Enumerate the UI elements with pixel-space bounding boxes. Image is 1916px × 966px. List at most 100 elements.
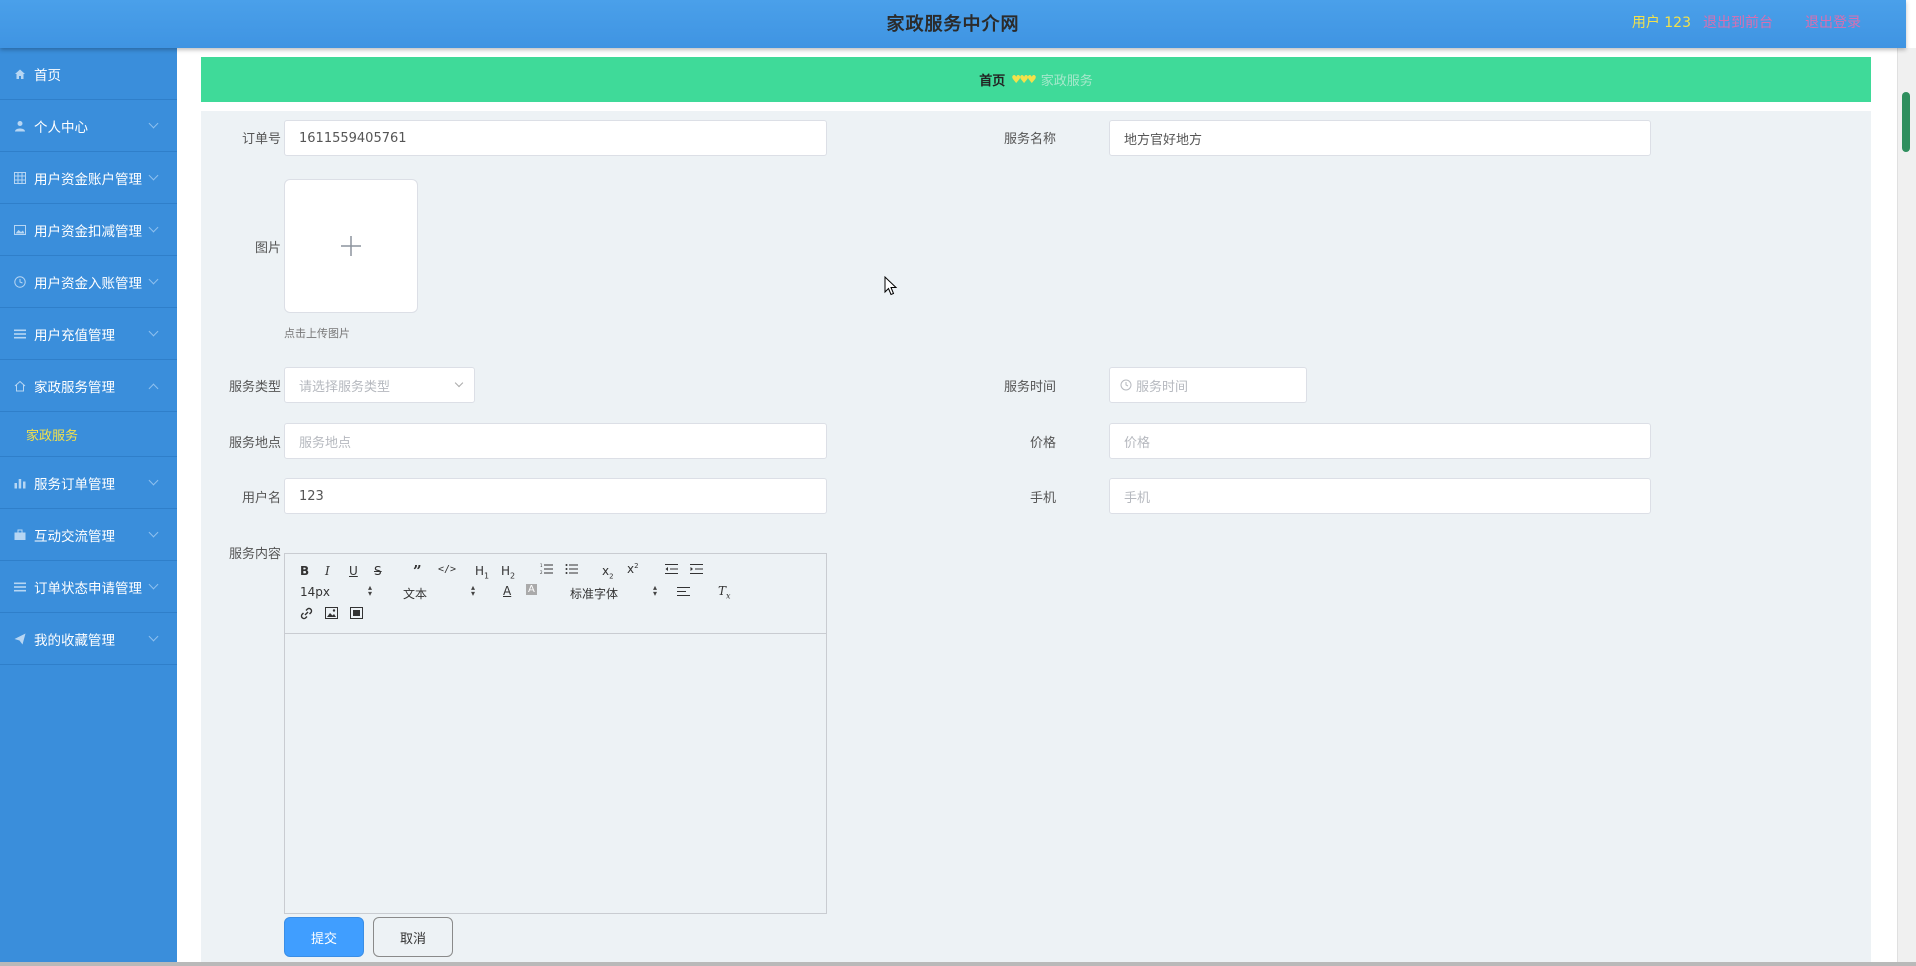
sidebar: 首页 个人中心 用户资金账户管理 用户资金扣减管理 用户资金入账管理 用户充值管… <box>0 48 177 966</box>
background-color-icon[interactable]: A <box>526 584 537 595</box>
username-input[interactable]: 123 <box>284 478 827 514</box>
top-header: 家政服务中介网 用户 123 退出到前台 退出登录 <box>0 0 1906 48</box>
sidebar-item-housekeeping[interactable]: 家政服务管理 <box>0 360 177 412</box>
breadcrumb-current: 家政服务 <box>1040 74 1093 89</box>
svg-text:2: 2 <box>540 570 543 575</box>
font-family-value: 标准字体 <box>570 587 619 601</box>
main-content: 首页 ♥♥♥ 家政服务 订单号 1611559405761 服务名称 地方官好地… <box>177 48 1897 966</box>
font-color-icon[interactable]: A <box>503 584 511 598</box>
sidebar-item-home[interactable]: 首页 <box>0 48 177 100</box>
font-size-select[interactable]: 14px ▴ ▾ <box>300 583 375 600</box>
bold-icon[interactable]: B <box>300 564 309 578</box>
editor-toolbar: B I U S ” </> H1 H2 12 x2 x2 14px ▴ ▾ 文本… <box>285 554 826 634</box>
rich-text-editor: B I U S ” </> H1 H2 12 x2 x2 14px ▴ ▾ 文本… <box>284 553 827 914</box>
chevron-down-icon <box>148 170 159 181</box>
list-icon <box>14 581 26 593</box>
page-scrollbar[interactable] <box>1897 48 1916 966</box>
briefcase-icon <box>14 529 26 541</box>
sidebar-item-label: 服务订单管理 <box>34 476 115 493</box>
breadcrumb-home[interactable]: 首页 <box>979 70 1005 89</box>
link-icon[interactable] <box>300 607 313 623</box>
superscript-icon[interactable]: x2 <box>627 562 639 576</box>
cancel-button[interactable]: 取消 <box>373 917 453 957</box>
breadcrumb: 首页 ♥♥♥ 家政服务 <box>201 57 1871 102</box>
service-type-select[interactable]: 请选择服务类型 <box>284 367 475 403</box>
service-time-picker[interactable]: 服务时间 <box>1109 367 1307 403</box>
content-label: 服务内容 <box>228 547 281 562</box>
subscript-icon[interactable]: x2 <box>602 564 614 580</box>
service-form: 订单号 1611559405761 服务名称 地方官好地方 图片 点击上传图片 … <box>201 111 1871 966</box>
back-to-front-link[interactable]: 退出到前台 <box>1703 12 1773 32</box>
service-type-placeholder: 请选择服务类型 <box>299 379 391 395</box>
logout-link[interactable]: 退出登录 <box>1805 12 1861 32</box>
sidebar-subitem-housekeeping-service[interactable]: 家政服务 <box>0 412 177 457</box>
sidebar-item-personal-center[interactable]: 个人中心 <box>0 100 177 152</box>
service-type-label: 服务类型 <box>228 380 281 395</box>
image-icon[interactable] <box>325 607 338 622</box>
submit-button[interactable]: 提交 <box>284 917 364 957</box>
heading2-icon[interactable]: H2 <box>501 564 515 580</box>
clear-format-icon[interactable]: Tx <box>718 584 731 600</box>
blockquote-icon[interactable]: ” <box>413 562 422 580</box>
person-icon <box>14 120 26 132</box>
font-size-value: 14px <box>300 585 330 599</box>
ordered-list-icon[interactable]: 12 <box>540 563 553 578</box>
site-title: 家政服务中介网 <box>886 14 1020 35</box>
sidebar-item-label: 互动交流管理 <box>34 528 115 545</box>
service-place-input[interactable]: 服务地点 <box>284 423 827 459</box>
service-time-placeholder: 服务时间 <box>1136 379 1189 395</box>
bar-chart-icon <box>14 477 26 489</box>
sidebar-item-account[interactable]: 用户资金账户管理 <box>0 152 177 204</box>
image-label: 图片 <box>254 241 281 256</box>
sidebar-item-favorites[interactable]: 我的收藏管理 <box>0 613 177 665</box>
sidebar-item-label: 家政服务管理 <box>34 379 115 396</box>
service-name-input[interactable]: 地方官好地方 <box>1109 120 1651 156</box>
sidebar-item-service-orders[interactable]: 服务订单管理 <box>0 457 177 509</box>
current-user: 用户 123 <box>1631 15 1691 31</box>
house-icon <box>14 380 26 392</box>
sidebar-item-interaction[interactable]: 互动交流管理 <box>0 509 177 561</box>
list-icon <box>14 328 26 340</box>
paper-plane-icon <box>14 633 26 645</box>
updown-icon: ▴ ▾ <box>368 583 373 598</box>
underline-icon[interactable]: U <box>349 564 358 578</box>
indent-icon[interactable] <box>690 563 703 578</box>
clock-icon <box>14 275 26 288</box>
home-icon <box>14 68 26 80</box>
updown-icon: ▴ ▾ <box>653 583 658 598</box>
chevron-down-icon <box>148 579 159 590</box>
image-upload[interactable] <box>284 179 418 313</box>
mouse-cursor-icon <box>884 276 898 296</box>
order-no-input[interactable]: 1611559405761 <box>284 120 827 156</box>
sidebar-item-label: 用户资金入账管理 <box>34 275 142 292</box>
outdent-icon[interactable] <box>665 563 678 578</box>
bullet-list-icon[interactable] <box>565 563 578 578</box>
price-input[interactable]: 价格 <box>1109 423 1651 459</box>
strikethrough-icon[interactable]: S <box>374 564 382 578</box>
heading1-icon[interactable]: H1 <box>475 564 489 580</box>
chevron-down-icon <box>148 274 159 285</box>
italic-icon[interactable]: I <box>325 564 330 578</box>
chevron-down-icon <box>148 222 159 233</box>
scrollbar-thumb[interactable] <box>1902 92 1910 152</box>
text-style-select[interactable]: 文本 ▴ ▾ <box>403 583 478 602</box>
sidebar-item-deduction[interactable]: 用户资金扣减管理 <box>0 204 177 256</box>
editor-content-area[interactable] <box>285 635 826 913</box>
taskbar-strip <box>0 962 1916 966</box>
service-name-label: 服务名称 <box>1003 132 1056 147</box>
updown-icon: ▴ ▾ <box>471 583 476 598</box>
sidebar-item-label: 订单状态申请管理 <box>34 580 142 597</box>
sidebar-item-income[interactable]: 用户资金入账管理 <box>0 256 177 308</box>
sidebar-item-label: 用户资金扣减管理 <box>34 223 142 240</box>
font-family-select[interactable]: 标准字体 ▴ ▾ <box>570 583 660 602</box>
sidebar-item-label: 用户充值管理 <box>34 327 115 344</box>
align-icon[interactable] <box>677 586 690 600</box>
upload-hint: 点击上传图片 <box>284 327 350 340</box>
video-icon[interactable] <box>350 607 363 622</box>
sidebar-item-recharge[interactable]: 用户充值管理 <box>0 308 177 360</box>
sidebar-item-label: 用户资金账户管理 <box>34 171 142 188</box>
phone-input[interactable]: 手机 <box>1109 478 1651 514</box>
sidebar-item-order-status[interactable]: 订单状态申请管理 <box>0 561 177 613</box>
chevron-down-icon <box>148 527 159 538</box>
code-icon[interactable]: </> <box>438 564 456 575</box>
